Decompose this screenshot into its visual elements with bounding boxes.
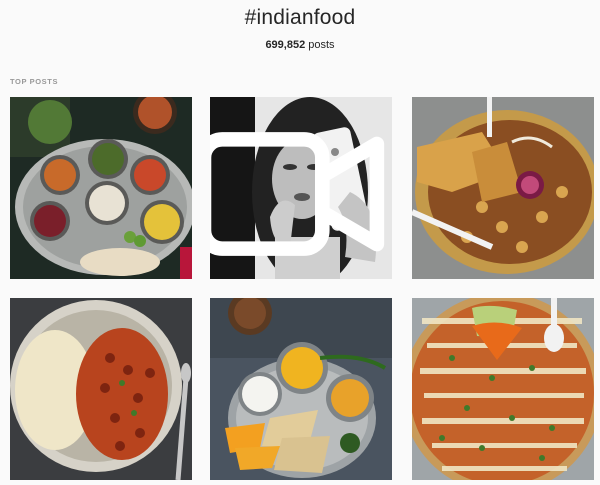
video-icon	[210, 132, 385, 256]
top-posts-label: TOP POSTS	[10, 77, 59, 86]
rajma-rice-image	[10, 298, 192, 480]
post-count: 699,852 posts	[0, 39, 600, 51]
top-posts-grid	[10, 97, 594, 485]
post-count-suffix: posts	[308, 39, 335, 51]
post-tile-roti-thali[interactable]	[210, 298, 392, 480]
roti-thali-image	[210, 298, 392, 480]
hashtag-title: #indianfood	[244, 6, 356, 29]
post-count-number: 699,852	[265, 39, 306, 51]
cheese-pizza-image	[412, 298, 594, 480]
post-tile-thali[interactable]	[10, 97, 192, 279]
post-tile-pizza[interactable]	[412, 298, 594, 480]
post-tile-selfie[interactable]	[210, 97, 392, 279]
chaat-papdi-image	[412, 97, 594, 279]
thali-plate-image	[10, 97, 192, 279]
post-tile-rajma-rice[interactable]	[10, 298, 192, 480]
post-tile-chaat[interactable]	[412, 97, 594, 279]
